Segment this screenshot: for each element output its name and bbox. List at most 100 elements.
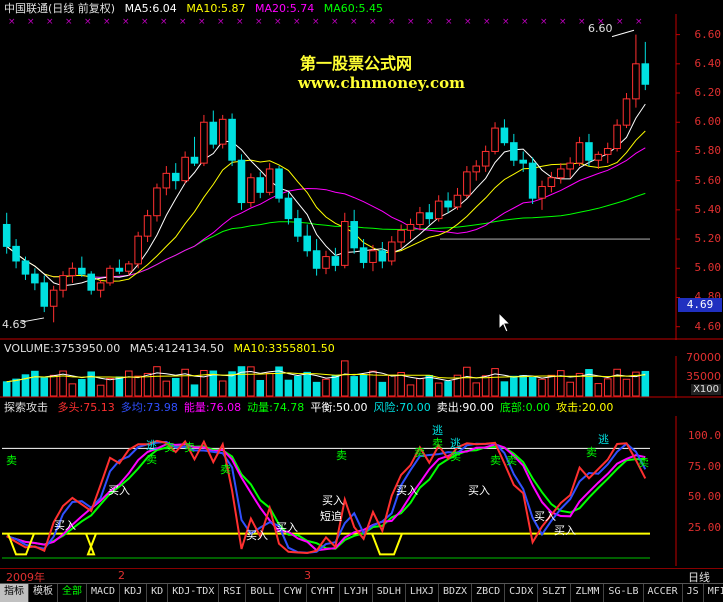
tab-cyw[interactable]: CYW [280,584,307,602]
volume-bar [556,370,565,397]
buy-signal-label: 买入 [108,484,130,497]
top-marker: × [122,17,130,27]
candle [312,239,321,276]
candle [237,154,246,210]
top-marker: × [160,17,168,27]
candle-body [294,218,302,237]
tab-mfi[interactable]: MFI [704,584,723,602]
indicator-chart[interactable]: 卖逃卖卖 卖卖卖逃卖卖逃卖卖卖逃卖卖买入买入买入买入买入短追买入 买入买入买入 [0,416,723,566]
price-chart[interactable]: × × × × × × × × × × × × × × × × × × × × × × × × × × × × × × × × × × [0,14,723,340]
tab-cjdx[interactable]: CJDX [505,584,539,602]
tab-kdj[interactable]: KDJ [120,584,148,602]
volume-bar [425,374,434,397]
candle-body [218,118,227,145]
candle-body [68,267,77,277]
candle [472,160,481,181]
sell-signal-label: 卖 [336,449,347,462]
volume-chart[interactable] [0,356,723,398]
buy-signal-label: 买入 [554,524,576,537]
volume-bar [162,380,171,397]
volume-bar [603,378,612,397]
tab-rsi[interactable]: RSI [219,584,247,602]
top-marker: × [369,17,377,27]
tab-macd[interactable]: MACD [87,584,121,602]
tab-bdzx[interactable]: BDZX [439,584,473,602]
candle-body [359,247,368,263]
sell-signal-label: 卖 [220,463,231,476]
time-label-mar: 3 [304,569,311,582]
candle-body [31,273,39,284]
tab-sg-lb[interactable]: SG-LB [604,584,644,602]
price-tick-label: 5.40 [694,202,722,216]
volume-tick-mid: 35000 [686,370,721,383]
tab-slzt[interactable]: SLZT [538,584,572,602]
volume-bar [115,376,124,397]
candle-body [209,121,218,145]
tab-lhxj[interactable]: LHXJ [406,584,439,602]
candle-body [181,156,189,182]
top-marker: × [426,17,434,27]
tab-boll[interactable]: BOLL [246,584,280,602]
volume-bar [519,375,528,397]
volume-ma5: MA5:4124134.50 [129,342,224,355]
candle [378,241,387,269]
volume-bar [78,379,86,397]
candle-body [369,250,377,263]
tab--[interactable]: 模板 [29,584,58,602]
volume-bar [622,378,631,397]
price-tick-label: 5.60 [694,173,722,187]
candle [510,133,518,167]
candle [481,145,490,172]
volume-bar [359,374,368,397]
volume-ma10: MA10:3355801.50 [233,342,335,355]
candle [200,114,208,167]
volume-bar [416,378,424,397]
tab-sdlh[interactable]: SDLH [373,584,406,602]
escape-signal-label: 逃 [450,437,461,450]
candle [538,180,546,210]
candle-body [472,165,481,173]
tab-zlmm[interactable]: ZLMM [571,584,605,602]
candle [265,163,274,196]
top-marker: × [141,17,149,27]
sell-signal-label: 卖 [586,446,597,459]
candle-body [547,177,556,187]
candle [397,224,405,248]
volume-bar [134,375,142,397]
tab--[interactable]: 全部 [58,584,87,602]
tab-lyjh[interactable]: LYJH [340,584,373,602]
candle-body [425,212,434,220]
volume-bar [294,375,302,397]
tab--[interactable]: 指标 [0,584,29,602]
candle-body [585,142,593,161]
top-marker: × [236,17,244,27]
top-marker: × [274,17,282,27]
volume-bar [538,378,546,397]
indicator-legend-item: 动量:74.78 [247,401,305,414]
candle [594,151,603,169]
tab-zbcd[interactable]: ZBCD [472,584,506,602]
candle-body [134,235,142,265]
candle-body [500,127,509,144]
tab-js[interactable]: JS [683,584,704,602]
volume-bar [312,381,321,397]
candle-body [566,162,574,170]
volume-bar [31,370,39,397]
candle [491,122,499,155]
top-marker: × [27,17,35,27]
candle [322,250,330,275]
candle [228,113,236,167]
tab-kdj-tdx[interactable]: KDJ-TDX [168,584,220,602]
candle [641,41,650,91]
tab-accer[interactable]: ACCER [644,584,683,602]
candle [444,192,452,213]
candle-body [434,200,443,220]
indicator-tick-label: 50.00 [687,490,721,504]
sell-signal-label: 卖 [450,450,461,463]
volume-bar [40,377,49,397]
candle [247,173,255,207]
candle [21,256,30,280]
candle-body [463,171,471,196]
tab-cyht[interactable]: CYHT [307,584,340,602]
tab-kd[interactable]: KD [147,584,169,602]
